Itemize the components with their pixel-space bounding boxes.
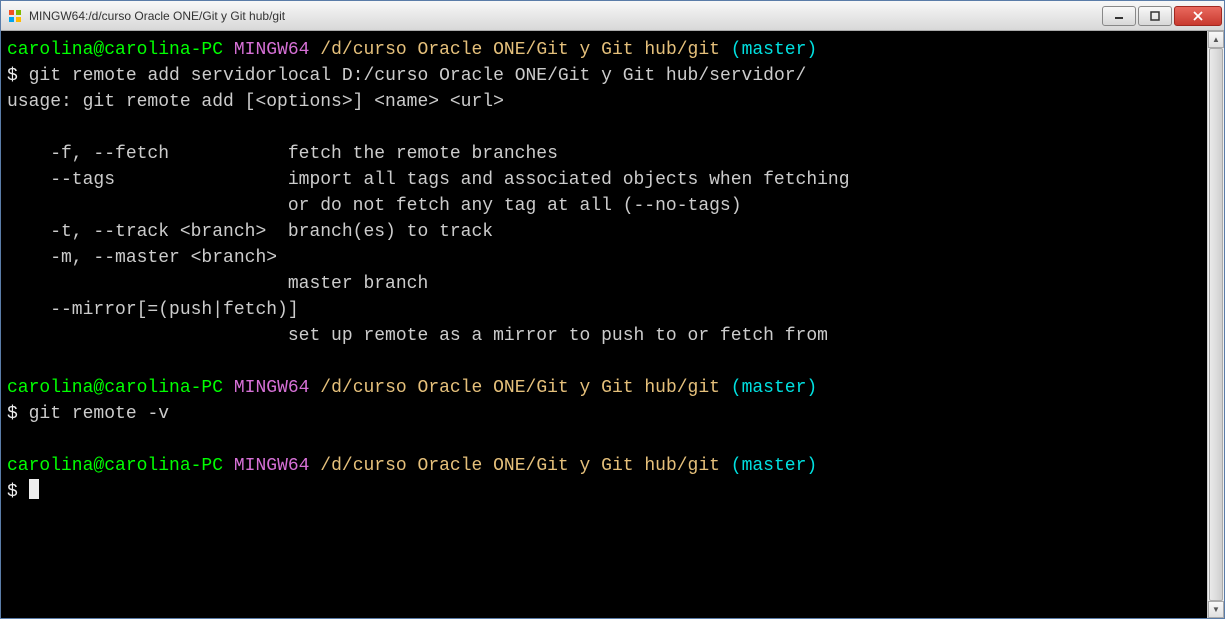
output-blank <box>7 118 18 138</box>
prompt-env: MINGW64 <box>234 456 310 476</box>
scroll-up-button[interactable]: ▲ <box>1208 31 1224 48</box>
close-button[interactable] <box>1174 6 1222 26</box>
output-opt-t: -t, --track <branch> branch(es) to track <box>7 222 493 242</box>
output-opt-mirror2: set up remote as a mirror to push to or … <box>7 326 828 346</box>
output-opt-m1: -m, --master <branch> <box>7 248 277 268</box>
maximize-button[interactable] <box>1138 6 1172 26</box>
output-opt-f: -f, --fetch fetch the remote branches <box>7 144 558 164</box>
output-opt-tags2: or do not fetch any tag at all (--no-tag… <box>7 196 742 216</box>
cursor <box>29 479 39 499</box>
window-controls <box>1100 6 1222 26</box>
prompt-branch: (master) <box>731 456 817 476</box>
minimize-button[interactable] <box>1102 6 1136 26</box>
output-usage: usage: git remote add [<options>] <name>… <box>7 92 504 112</box>
output-opt-tags1: --tags import all tags and associated ob… <box>7 170 850 190</box>
terminal-wrapper: carolina@carolina-PC MINGW64 /d/curso Or… <box>1 31 1224 618</box>
output-opt-mirror1: --mirror[=(push|fetch)] <box>7 300 299 320</box>
output-opt-m2: master branch <box>7 274 428 294</box>
scroll-track[interactable] <box>1208 48 1224 601</box>
command-2: git remote -v <box>29 404 169 424</box>
titlebar[interactable]: MINGW64:/d/curso Oracle ONE/Git y Git hu… <box>1 1 1224 31</box>
prompt-path: /d/curso Oracle ONE/Git y Git hub/git <box>320 456 720 476</box>
prompt-path: /d/curso Oracle ONE/Git y Git hub/git <box>320 378 720 398</box>
scrollbar[interactable]: ▲ ▼ <box>1207 31 1224 618</box>
terminal[interactable]: carolina@carolina-PC MINGW64 /d/curso Or… <box>1 31 1207 618</box>
prompt-branch: (master) <box>731 378 817 398</box>
command-1: git remote add servidorlocal D:/curso Or… <box>29 66 807 86</box>
prompt-user-host: carolina@carolina-PC <box>7 40 223 60</box>
prompt-sigil: $ <box>7 404 18 424</box>
prompt-branch: (master) <box>731 40 817 60</box>
app-icon <box>7 8 23 24</box>
prompt-user-host: carolina@carolina-PC <box>7 378 223 398</box>
prompt-sigil: $ <box>7 482 18 502</box>
prompt-env: MINGW64 <box>234 40 310 60</box>
scroll-down-button[interactable]: ▼ <box>1208 601 1224 618</box>
prompt-env: MINGW64 <box>234 378 310 398</box>
prompt-user-host: carolina@carolina-PC <box>7 456 223 476</box>
window-title: MINGW64:/d/curso Oracle ONE/Git y Git hu… <box>29 9 1094 23</box>
prompt-sigil: $ <box>7 66 18 86</box>
prompt-path: /d/curso Oracle ONE/Git y Git hub/git <box>320 40 720 60</box>
app-window: MINGW64:/d/curso Oracle ONE/Git y Git hu… <box>0 0 1225 619</box>
scroll-thumb[interactable] <box>1209 48 1223 601</box>
